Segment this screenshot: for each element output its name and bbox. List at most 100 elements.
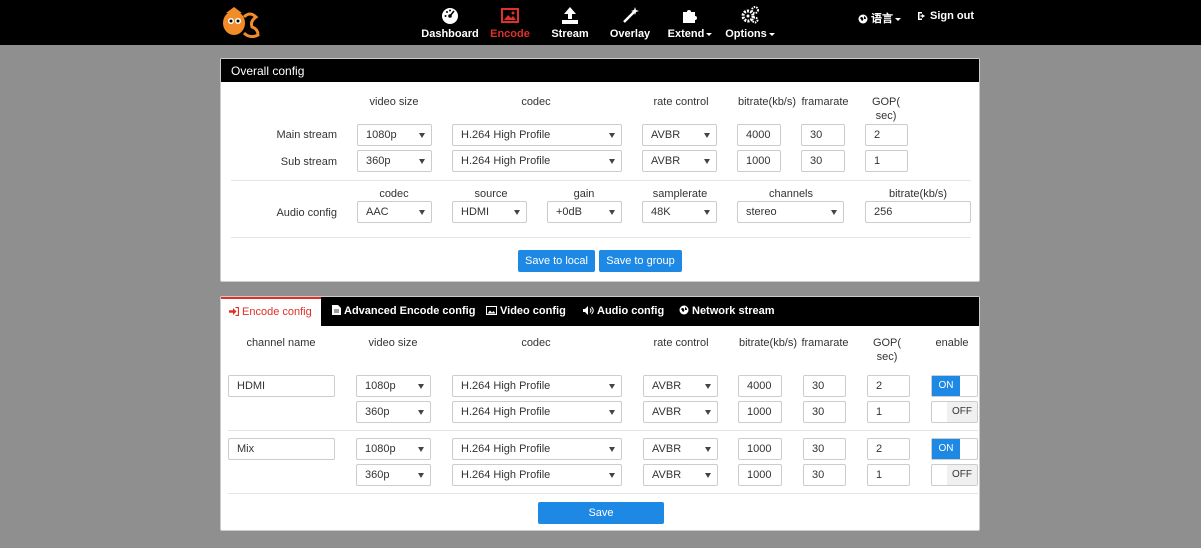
sub-bitrate-input[interactable]: 1000 (737, 150, 781, 172)
rate-control-select[interactable]: AVBR (643, 375, 718, 397)
dashboard-icon (440, 5, 460, 25)
bitrate-input[interactable]: 1000 (738, 438, 782, 460)
codec-select[interactable]: H.264 High Profile (452, 464, 622, 486)
header-codec: codec (521, 96, 551, 108)
nav-overlay[interactable]: Overlay (608, 0, 652, 45)
enable-toggle[interactable]: ON (931, 375, 978, 397)
header-audio-gain: gain (573, 188, 595, 200)
divider (231, 180, 971, 181)
sub-codec-select[interactable]: H.264 High Profile (452, 150, 622, 172)
picture-icon (486, 306, 497, 315)
tab-advanced-encode-config[interactable]: Advanced Encode config (332, 297, 475, 326)
file-icon (332, 305, 341, 315)
tab-network-stream[interactable]: Network stream (679, 297, 775, 326)
panel-title: Overall config (221, 59, 979, 82)
globe-network-icon (679, 305, 689, 315)
sub-gop-input[interactable]: 1 (865, 150, 908, 172)
sub-framerate-input[interactable]: 30 (801, 150, 845, 172)
main-codec-select[interactable]: H.264 High Profile (452, 124, 622, 146)
channel-name-input[interactable]: HDMI (228, 375, 335, 397)
sub-rate-control-select[interactable]: AVBR (642, 150, 717, 172)
audio-source-select[interactable]: HDMI (452, 201, 527, 223)
nav-label: Stream (551, 28, 589, 40)
header-bitrate: bitrate(kb/s) (738, 337, 798, 349)
nav-dashboard[interactable]: Dashboard (420, 0, 480, 45)
framerate-input[interactable]: 30 (803, 375, 846, 397)
framerate-input[interactable]: 30 (803, 464, 846, 486)
tab-audio-config[interactable]: Audio config (583, 297, 664, 326)
toggle-on-label: ON (932, 376, 960, 396)
audio-gain-select[interactable]: +0dB (547, 201, 622, 223)
header-bitrate: bitrate(kb/s) (737, 96, 797, 108)
framerate-input[interactable]: 30 (803, 401, 846, 423)
gop-input[interactable]: 2 (867, 438, 910, 460)
main-gop-input[interactable]: 2 (865, 124, 908, 146)
bitrate-input[interactable]: 1000 (738, 464, 782, 486)
video-size-select[interactable]: 1080p (356, 375, 431, 397)
gears-icon (740, 5, 760, 25)
globe-icon (858, 14, 868, 24)
main-bitrate-input[interactable]: 4000 (737, 124, 781, 146)
header-samplerate: samplerate (652, 188, 708, 200)
header-gop: GOP( sec) (871, 96, 901, 122)
audio-samplerate-select[interactable]: 48K (642, 201, 717, 223)
video-size-select[interactable]: 360p (356, 401, 431, 423)
enable-toggle[interactable]: OFF (931, 401, 978, 423)
bitrate-input[interactable]: 4000 (738, 375, 782, 397)
nav-stream[interactable]: Stream (548, 0, 592, 45)
main-video-size-select[interactable]: 1080p (357, 124, 432, 146)
config-tabs: Encode config Advanced Encode config Vid… (221, 297, 979, 326)
header-codec: codec (521, 337, 551, 349)
codec-select[interactable]: H.264 High Profile (452, 438, 622, 460)
app-logo[interactable] (220, 3, 264, 41)
save-to-local-button[interactable]: Save to local (518, 250, 595, 272)
nav-label: Options (724, 28, 776, 40)
video-size-select[interactable]: 1080p (356, 438, 431, 460)
chevron-down-icon (895, 17, 901, 21)
encode-config-panel: Encode config Advanced Encode config Vid… (220, 296, 980, 531)
rate-control-select[interactable]: AVBR (643, 438, 718, 460)
channel-name-input[interactable]: Mix (228, 438, 335, 460)
main-framerate-input[interactable]: 30 (801, 124, 845, 146)
tab-video-config[interactable]: Video config (486, 297, 566, 326)
divider (228, 430, 978, 431)
header-framerate: framarate (801, 96, 849, 108)
audio-codec-select[interactable]: AAC (357, 201, 432, 223)
codec-select[interactable]: H.264 High Profile (452, 401, 622, 423)
toggle-off-label: OFF (947, 402, 977, 422)
header-rate-control: rate control (653, 96, 709, 108)
video-size-select[interactable]: 360p (356, 464, 431, 486)
enable-toggle[interactable]: OFF (931, 464, 978, 486)
header-rate-control: rate control (653, 337, 709, 349)
nav-extend[interactable]: Extend (666, 0, 714, 45)
toggle-off-label: OFF (947, 465, 977, 485)
audio-bitrate-input[interactable]: 256 (865, 201, 971, 223)
sub-video-size-select[interactable]: 360p (357, 150, 432, 172)
gop-input[interactable]: 1 (867, 464, 910, 486)
codec-select[interactable]: H.264 High Profile (452, 375, 622, 397)
gop-input[interactable]: 2 (867, 375, 910, 397)
gop-input[interactable]: 1 (867, 401, 910, 423)
main-rate-control-select[interactable]: AVBR (642, 124, 717, 146)
enable-toggle[interactable]: ON (931, 438, 978, 460)
framerate-input[interactable]: 30 (803, 438, 846, 460)
toggle-on-label: ON (932, 439, 960, 459)
nav-options[interactable]: Options (724, 0, 776, 45)
magic-wand-icon (620, 5, 640, 25)
save-button[interactable]: Save (538, 502, 664, 524)
header-audio-bitrate: bitrate(kb/s) (888, 188, 948, 200)
bitrate-input[interactable]: 1000 (738, 401, 782, 423)
divider (228, 493, 978, 494)
overall-config-panel: Overall config video size codec rate con… (220, 58, 980, 282)
header-video-size: video size (368, 337, 418, 349)
signout-link[interactable]: Sign out (917, 10, 974, 22)
language-menu[interactable]: 语言 (858, 10, 901, 26)
nav-encode[interactable]: Encode (488, 0, 532, 45)
save-to-group-button[interactable]: Save to group (599, 250, 682, 272)
volume-icon (583, 306, 594, 315)
puzzle-icon (680, 5, 700, 25)
tab-encode-config[interactable]: Encode config (221, 297, 321, 326)
audio-channels-select[interactable]: stereo (737, 201, 844, 223)
rate-control-select[interactable]: AVBR (643, 401, 718, 423)
rate-control-select[interactable]: AVBR (643, 464, 718, 486)
